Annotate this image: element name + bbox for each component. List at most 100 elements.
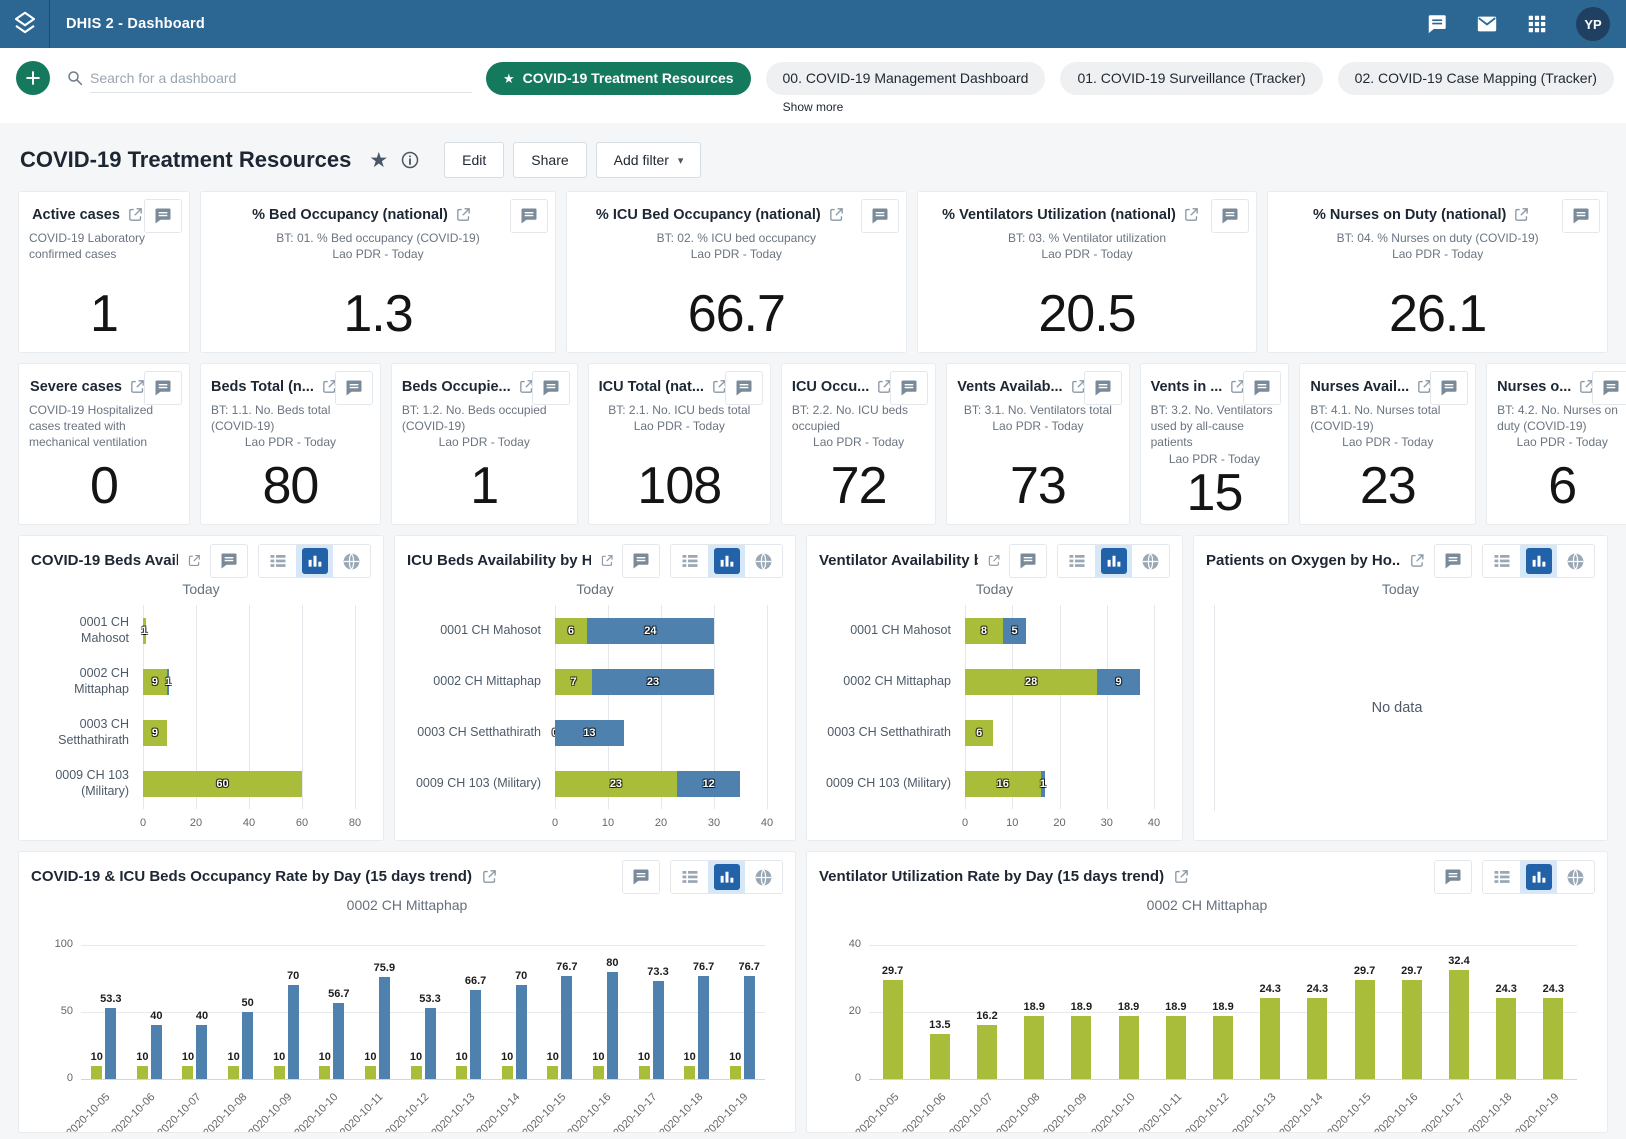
stat-card: Vents Availab...BT: 3.1. No. Ventilators… — [946, 363, 1129, 525]
chart-view-button[interactable] — [1520, 861, 1557, 893]
open-in-app-icon[interactable] — [481, 868, 498, 885]
axis-tick-label: 2020-10-05 — [42, 1091, 113, 1133]
comment-button[interactable] — [335, 371, 373, 405]
bar-segment: 12 — [677, 771, 741, 797]
comment-button[interactable] — [1430, 371, 1468, 405]
map-view-button[interactable] — [1132, 545, 1169, 577]
edit-button[interactable]: Edit — [444, 142, 504, 178]
info-icon[interactable] — [400, 150, 420, 170]
comment-button[interactable] — [210, 544, 248, 578]
data-table-icon — [1067, 551, 1087, 571]
bar-segment: 5 — [1003, 618, 1027, 644]
comment-button[interactable] — [622, 860, 660, 894]
map-view-button[interactable] — [333, 545, 370, 577]
chart-view-button[interactable] — [1520, 545, 1557, 577]
show-more-link[interactable]: Show more — [0, 97, 1626, 123]
stat-card-value: 80 — [209, 460, 372, 512]
comment-button[interactable] — [725, 371, 763, 405]
messages-icon[interactable] — [1426, 13, 1448, 35]
dashboard-chip[interactable]: 00. COVID-19 Management Dashboard — [766, 62, 1046, 95]
stat-card-subtitle: BT: 3.1. No. Ventilators totalLao PDR - … — [955, 402, 1120, 434]
bar-value-label: 10 — [182, 1051, 194, 1063]
bar-value-label: 16 — [997, 778, 1009, 790]
bar-value-label: 18.9 — [1212, 1001, 1233, 1013]
category-label: 0003 CH Setthathirath — [819, 707, 965, 758]
table-view-button[interactable] — [1483, 861, 1520, 893]
table-view-button[interactable] — [671, 861, 708, 893]
email-icon[interactable] — [1476, 13, 1498, 35]
chart-view-button[interactable] — [296, 545, 333, 577]
comment-button[interactable] — [622, 544, 660, 578]
bar-row: 85 — [965, 618, 1154, 644]
add-filter-button[interactable]: Add filter ▾ — [596, 142, 702, 178]
data-table-icon — [680, 551, 700, 571]
comment-button[interactable] — [510, 199, 548, 233]
bar — [288, 985, 299, 1079]
stat-card: Active casesCOVID-19 Laboratory confirme… — [18, 191, 190, 353]
dashboard-chip[interactable]: ★COVID-19 Treatment Resources — [486, 62, 751, 95]
star-dashboard-icon[interactable]: ★ — [369, 150, 388, 171]
comment-button[interactable] — [890, 371, 928, 405]
bar-segment: 24 — [587, 618, 714, 644]
bar-value-label: 10 — [547, 1051, 559, 1063]
dashboard-chip[interactable]: 01. COVID-19 Surveillance (Tracker) — [1060, 62, 1322, 95]
comment-button[interactable] — [1434, 860, 1472, 894]
user-avatar[interactable]: YP — [1576, 7, 1610, 41]
comment-button[interactable] — [1084, 371, 1122, 405]
bar-value-label: 40 — [150, 1010, 162, 1022]
dashboard-action-buttons: Edit Share Add filter ▾ — [444, 142, 701, 178]
open-in-app-icon[interactable] — [1183, 206, 1200, 223]
chart-subtitle: Today — [1206, 581, 1595, 597]
table-view-button[interactable] — [671, 545, 708, 577]
dashboard-chip[interactable]: 02. COVID-19 Case Mapping (Tracker) — [1338, 62, 1614, 95]
table-view-button[interactable] — [1483, 545, 1520, 577]
map-globe-icon — [1565, 551, 1586, 572]
chart-view-button[interactable] — [1095, 545, 1132, 577]
open-in-app-icon[interactable] — [600, 552, 614, 569]
comment-button[interactable] — [144, 199, 182, 233]
table-view-button[interactable] — [1058, 545, 1095, 577]
apps-menu-icon[interactable] — [1526, 13, 1548, 35]
open-in-app-icon[interactable] — [127, 206, 144, 223]
open-in-app-icon[interactable] — [987, 552, 1001, 569]
comment-button[interactable] — [1211, 199, 1249, 233]
map-view-button[interactable] — [745, 545, 782, 577]
comment-button[interactable] — [532, 371, 570, 405]
category-label: 0002 CH Mittaphap — [407, 656, 555, 707]
dhis2-logo[interactable] — [0, 0, 50, 48]
chart-title: Ventilator Availability by ... — [819, 552, 978, 569]
bar-value-label: 10 — [592, 1051, 604, 1063]
comment-button[interactable] — [1562, 199, 1600, 233]
stat-card-subtitle: BT: 3.2. No. Ventilators used by all-cau… — [1149, 402, 1281, 467]
chart-view-button[interactable] — [708, 545, 745, 577]
chart-subtitle: Today — [407, 581, 783, 597]
bar-row: 91 — [143, 669, 355, 695]
chart-title: Ventilator Utilization Rate by Day (15 d… — [819, 868, 1164, 885]
open-in-app-icon[interactable] — [455, 206, 472, 223]
comment-button[interactable] — [1592, 371, 1626, 405]
category-label: 0009 CH 103 (Military) — [31, 758, 143, 809]
new-dashboard-button[interactable] — [16, 61, 50, 95]
map-view-button[interactable] — [1557, 861, 1594, 893]
chart-view-button[interactable] — [708, 861, 745, 893]
stat-card-subtitle: BT: 1.1. No. Beds total (COVID-19)Lao PD… — [209, 402, 372, 451]
bar-value-label: 10 — [136, 1051, 148, 1063]
comment-button[interactable] — [1009, 544, 1047, 578]
open-in-app-icon[interactable] — [828, 206, 845, 223]
chart-actions — [210, 544, 371, 578]
open-in-app-icon[interactable] — [1409, 552, 1426, 569]
comment-button[interactable] — [144, 371, 182, 405]
comment-button[interactable] — [1434, 544, 1472, 578]
map-view-button[interactable] — [1557, 545, 1594, 577]
open-in-app-icon[interactable] — [1173, 868, 1190, 885]
share-button[interactable]: Share — [513, 142, 586, 178]
open-in-app-icon[interactable] — [187, 552, 202, 569]
open-in-app-icon[interactable] — [1513, 206, 1530, 223]
table-view-button[interactable] — [259, 545, 296, 577]
chart-card: COVID-19 & ICU Beds Occupancy Rate by Da… — [18, 851, 796, 1133]
comment-button[interactable] — [861, 199, 899, 233]
dashboard-search-input[interactable] — [90, 63, 472, 93]
bar-value-label: 5 — [1012, 625, 1018, 637]
map-view-button[interactable] — [745, 861, 782, 893]
comment-button[interactable] — [1243, 371, 1281, 405]
